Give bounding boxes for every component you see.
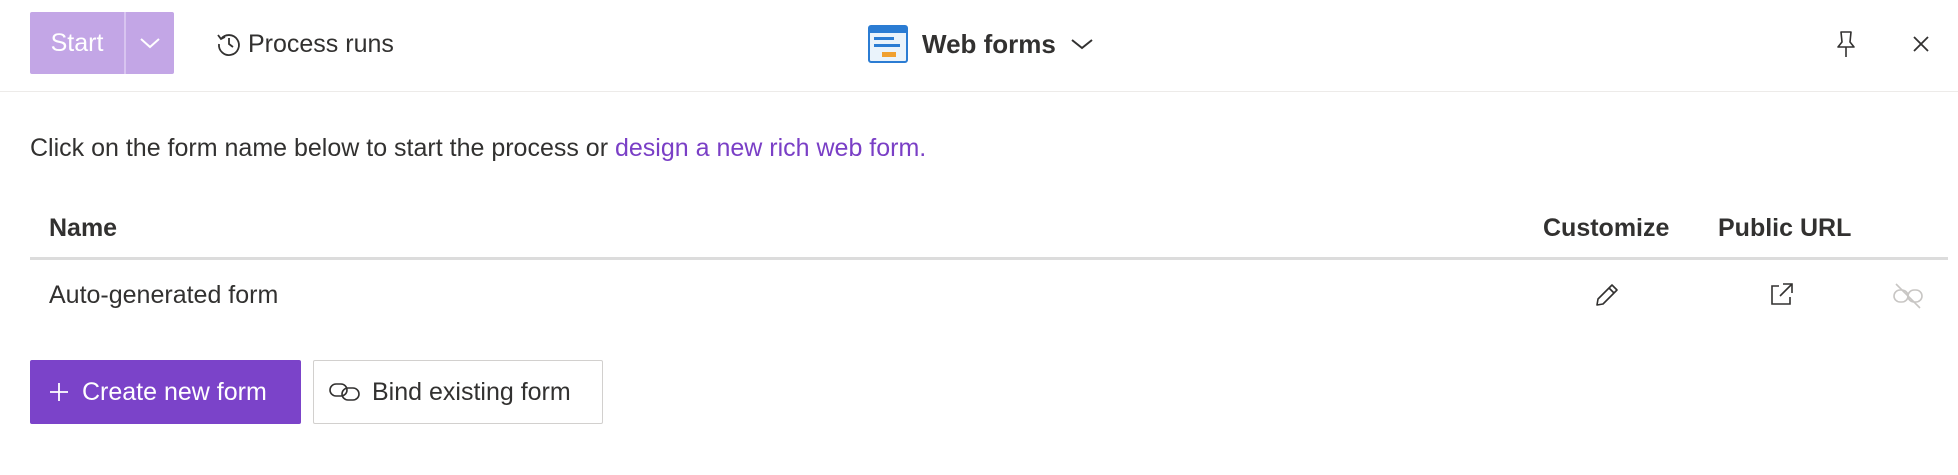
unlink-icon [1893,283,1923,309]
create-new-form-button[interactable]: Create new form [30,360,301,424]
intro-message: Click on the form name below to start th… [30,134,615,162]
design-new-form-link[interactable]: design a new rich web form. [615,134,926,162]
link-icon [329,383,360,401]
column-header-customize: Customize [1543,214,1670,242]
chevron-down-icon [140,38,160,49]
open-public-url-button[interactable] [1764,278,1798,312]
pin-icon [1837,31,1855,57]
web-form-icon [868,25,908,63]
customize-button[interactable] [1590,278,1624,312]
web-forms-title-dropdown[interactable]: Web forms [868,20,1094,68]
pencil-icon [1596,284,1618,306]
panel-header: Start Process runs Web forms [0,0,1958,92]
panel-title: Web forms [922,28,1056,59]
plus-icon [50,383,68,401]
close-icon [1913,36,1929,52]
pin-button[interactable] [1830,28,1862,60]
start-menu-button[interactable] [126,12,174,74]
chevron-down-icon [1071,39,1093,50]
close-button[interactable] [1905,28,1937,60]
form-name-cell[interactable]: Auto-generated form [49,281,278,310]
start-button[interactable]: Start [30,12,124,74]
column-header-public-url: Public URL [1718,214,1852,242]
process-runs-button[interactable]: Process runs [216,24,394,64]
history-icon [217,34,240,56]
column-header-name[interactable]: Name [49,214,117,243]
bind-existing-form-button[interactable]: Bind existing form [313,360,603,424]
table-row[interactable]: Auto-generated form [30,263,1948,325]
forms-table-header: Name Customize Public URL [30,206,1948,260]
bind-existing-form-label: Bind existing form [372,377,571,406]
external-link-icon [1771,283,1793,305]
process-runs-label: Process runs [248,29,394,58]
start-split-button: Start [30,12,174,74]
unbind-form-button[interactable] [1890,278,1926,314]
intro-text: Click on the form name below to start th… [30,134,926,163]
create-new-form-label: Create new form [82,377,267,406]
